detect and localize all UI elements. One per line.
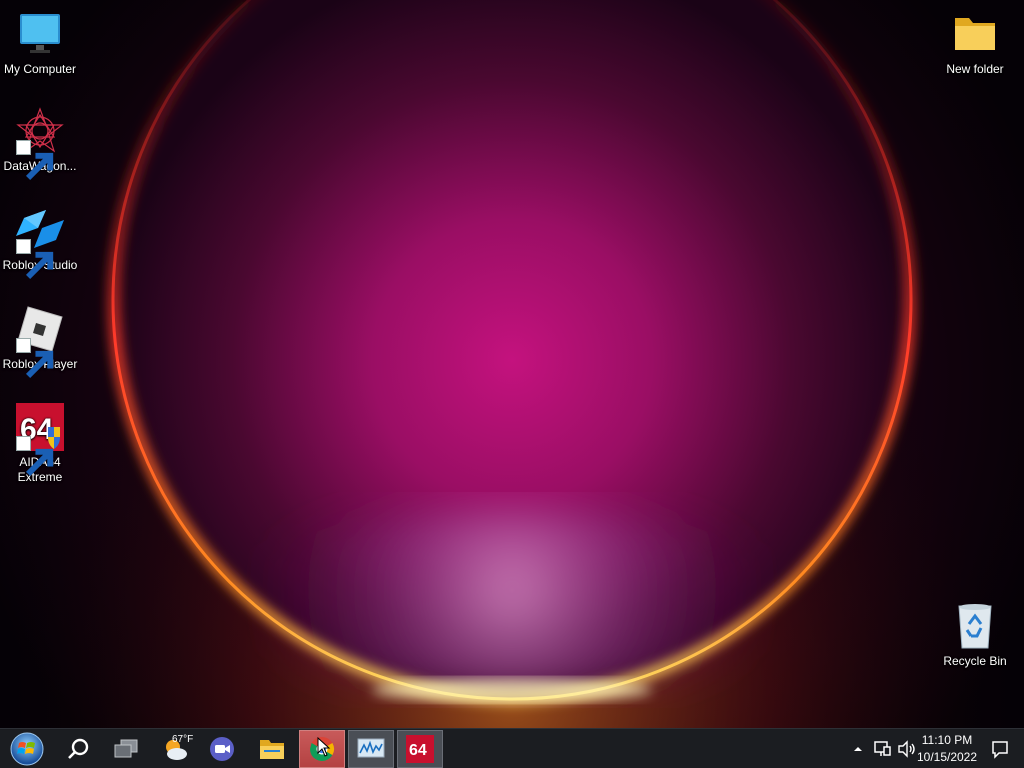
wallpaper	[0, 0, 1024, 728]
desktop-icon-label: Recycle Bin	[943, 654, 1007, 668]
file-explorer-button[interactable]	[250, 730, 294, 768]
monitor-icon	[16, 10, 64, 58]
mouse-cursor-icon	[317, 737, 331, 757]
system-clock[interactable]: 11:10 PM 10/15/2022	[912, 732, 982, 766]
task-view-icon	[114, 739, 138, 758]
datawagon-icon	[16, 107, 64, 181]
desktop-icon-my-computer[interactable]: My Computer	[0, 10, 80, 77]
resource-monitor-taskbar-button[interactable]	[348, 730, 394, 768]
monitor-graph-icon	[357, 738, 385, 758]
video-chat-icon	[210, 737, 234, 761]
svg-text:64: 64	[409, 742, 427, 759]
start-button[interactable]	[4, 730, 50, 768]
network-icon[interactable]	[872, 739, 892, 759]
roblox-player-icon	[16, 305, 64, 379]
weather-temperature: 67°F	[172, 734, 194, 745]
task-view-button[interactable]	[104, 730, 148, 768]
shortcut-arrow-icon	[16, 436, 54, 477]
shortcut-arrow-icon	[16, 239, 54, 280]
notification-icon[interactable]	[990, 739, 1010, 759]
chrome-taskbar-button[interactable]	[299, 730, 345, 768]
aida64-icon: 64	[406, 735, 434, 763]
aida64-taskbar-button[interactable]: 64	[397, 730, 443, 768]
taskbar: 67°F 64 11:10 PM 10/15/2022	[0, 728, 1024, 768]
folder-icon	[951, 10, 999, 58]
shortcut-arrow-icon	[16, 140, 54, 181]
clock-time: 11:10 PM	[921, 733, 973, 747]
search-icon	[68, 738, 89, 759]
recycle-bin-icon	[951, 602, 999, 650]
chevron-up-icon[interactable]	[852, 743, 864, 755]
file-explorer-icon	[260, 740, 284, 759]
clock-date: 10/15/2022	[916, 750, 978, 764]
desktop[interactable]: My Computer DataWagon... Roblox Studio R…	[0, 0, 1024, 728]
search-button[interactable]	[56, 730, 100, 768]
desktop-icon-roblox-player[interactable]: Roblox Player	[0, 305, 80, 379]
desktop-icon-roblox-studio[interactable]: Roblox Studio	[0, 206, 80, 280]
meet-button[interactable]	[200, 730, 244, 768]
weather-button[interactable]: 67°F	[152, 730, 198, 768]
roblox-studio-icon	[16, 206, 64, 280]
desktop-icon-datawagon[interactable]: DataWagon...	[0, 107, 80, 181]
desktop-icon-label: New folder	[946, 62, 1004, 76]
windows-start-icon	[10, 732, 44, 766]
desktop-icon-new-folder[interactable]: New folder	[935, 10, 1015, 77]
shortcut-arrow-icon	[16, 338, 54, 379]
desktop-icon-aida64[interactable]: 64 AIDA64 Extreme	[0, 403, 80, 485]
desktop-icon-recycle-bin[interactable]: Recycle Bin	[935, 602, 1015, 669]
desktop-icon-label: My Computer	[3, 62, 77, 76]
aida64-icon: 64	[16, 403, 64, 477]
